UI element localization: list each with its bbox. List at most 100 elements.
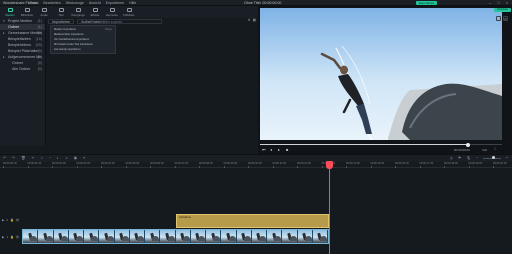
sidebar-item-label: Beispielvideos: [8, 43, 31, 47]
zoom-slider[interactable]: [482, 156, 501, 159]
thumbnail-rock: [91, 236, 99, 241]
settings-icon[interactable]: ⚙: [503, 16, 508, 21]
preview-render-badge[interactable]: Vorschau: [494, 8, 511, 12]
cut-icon[interactable]: ✂: [32, 156, 35, 160]
media-search-input[interactable]: Medien suchen: [92, 18, 162, 24]
toolbar-elements[interactable]: Elemente: [104, 6, 120, 18]
transition-icon: [75, 7, 81, 12]
ruler-tick-label: 00:00:09:00: [223, 162, 238, 168]
import-tab[interactable]: Importieren: [48, 18, 75, 24]
play-icon[interactable]: ▸: [278, 147, 280, 152]
playhead[interactable]: [329, 161, 330, 254]
preview-scrubber[interactable]: [260, 142, 502, 147]
zoom-handle[interactable]: [491, 156, 495, 159]
stop-icon[interactable]: ■: [286, 147, 288, 152]
audio-clip[interactable]: Aufnahme: [176, 214, 329, 228]
track-number: 2: [6, 218, 8, 222]
timeline-toolbar: ↶ ↷ 🗑 ✂ ⌗ ◔ ◐ ♫ ▣ ≡ ◎ ⚑ 🎙 − +: [0, 154, 512, 162]
speed-icon[interactable]: ◔: [49, 156, 51, 160]
ruler-tick-label: 00:00:17:00: [419, 162, 434, 168]
crop-icon[interactable]: ⌗: [41, 156, 43, 160]
ruler-tick-label: 00:00:03:00: [76, 162, 91, 168]
toolbar-label: Medien: [5, 12, 15, 17]
clip-thumbnail: [267, 230, 283, 243]
elements-icon: [109, 7, 115, 12]
menu-file[interactable]: Datei: [30, 1, 38, 5]
thumbnail-rock: [243, 236, 251, 241]
ruler-tick-label: 00:00:07:00: [174, 162, 189, 168]
fullscreen-icon[interactable]: ⛶: [494, 147, 496, 151]
playhead-handle[interactable]: [326, 161, 333, 169]
sidebar-item-label: Alle Ordner: [12, 67, 31, 71]
clip-thumbnail: [206, 230, 222, 243]
sidebar-item-label: Beispiel Platzhalter: [8, 49, 39, 53]
menu-view[interactable]: Ansicht: [89, 1, 101, 5]
green-screen-icon[interactable]: ▣: [74, 156, 77, 160]
timeline-tracks: ▶ 2 🔒 👁 ▶ 1 🔒 👁 Aufnahme: [0, 168, 512, 254]
eye-icon[interactable]: 👁: [16, 235, 20, 239]
menu-edit[interactable]: Bearbeiten: [43, 1, 60, 5]
eye-icon[interactable]: 👁: [16, 218, 20, 222]
audio-edit-icon[interactable]: ♫: [65, 156, 68, 160]
maximize-icon[interactable]: □: [497, 0, 499, 5]
close-icon[interactable]: ×: [506, 0, 508, 5]
menu-item-label: Medien importieren: [54, 28, 77, 31]
adjust-icon[interactable]: ≡: [83, 156, 85, 160]
toolbar-media[interactable]: Medien: [2, 6, 18, 18]
window-controls: – □ ×: [489, 0, 508, 5]
minimize-icon[interactable]: –: [489, 0, 491, 5]
delete-icon[interactable]: 🗑: [21, 156, 26, 160]
filter-icon[interactable]: ⩩: [248, 18, 250, 22]
project-title: Ohne Titel: 00:00:00:00: [244, 1, 282, 5]
preview-quality-select[interactable]: Voll: [482, 148, 487, 152]
video-clip[interactable]: [22, 229, 329, 244]
ruler-tick-label: 00:00:16:00: [395, 162, 409, 168]
toolbar-effects[interactable]: Effekte: [87, 6, 103, 18]
clip-thumbnail: [297, 230, 313, 243]
toolbar-audio[interactable]: Audio: [36, 6, 52, 18]
render-icon[interactable]: ◎: [450, 156, 453, 160]
menu-bar: Datei Bearbeiten Werkzeuge Ansicht Expor…: [30, 1, 136, 5]
media-sidebar: ▾ Projekt Medien (1) Ordner (1) ▸ Gemeinsame…: [0, 18, 46, 146]
clip-thumbnail: [84, 230, 100, 243]
export-button[interactable]: Exportieren: [416, 1, 438, 5]
text-icon: [58, 7, 64, 12]
menu-item-import-phone[interactable]: Aus Handy importieren: [51, 47, 115, 52]
marker-icon[interactable]: ⚑: [458, 156, 461, 160]
toolbar-split-screen[interactable]: Teilbildsc.: [121, 6, 137, 18]
color-icon[interactable]: ◐: [57, 156, 59, 160]
zoom-in-icon[interactable]: +: [506, 156, 508, 160]
scrubber-handle[interactable]: [466, 142, 471, 147]
thumbnail-rock: [76, 236, 83, 241]
toolbar-label: Elemente: [106, 12, 118, 17]
ruler-tick-label: 00:00:19:00: [468, 162, 483, 168]
toolbar-titles[interactable]: Titel: [53, 6, 69, 18]
lock-icon[interactable]: 🔒: [10, 235, 14, 239]
voiceover-icon[interactable]: 🎙: [466, 156, 471, 160]
zoom-out-icon[interactable]: −: [476, 156, 478, 160]
undo-icon[interactable]: ↶: [3, 156, 6, 160]
menu-item-label: Von Gerät/Kamera importieren: [54, 38, 90, 41]
redo-icon[interactable]: ↷: [12, 156, 15, 160]
toolbar-transitions[interactable]: Übergänge: [70, 6, 86, 18]
play-back-icon[interactable]: ◂: [270, 147, 272, 152]
menu-help[interactable]: Hilfe: [129, 1, 136, 5]
snapshot-icon[interactable]: ⌑: [496, 16, 501, 21]
grid-view-icon[interactable]: ▦: [253, 18, 256, 22]
menu-tools[interactable]: Werkzeuge: [66, 1, 84, 5]
toolbar-library[interactable]: Bibliothek: [19, 6, 35, 18]
effects-icon: [92, 7, 98, 12]
toolbar-label: Audio: [40, 12, 48, 17]
ruler-tick-label: 00:00:02:00: [52, 162, 66, 168]
track-video-icon: ▶: [2, 235, 5, 239]
video-preview[interactable]: [260, 8, 502, 140]
toolbar-label: Teilbildsc.: [122, 12, 136, 17]
media-toolbar: Medien Bibliothek Audio Titel Übergänge …: [0, 6, 258, 18]
thumbnail-rock: [45, 236, 53, 241]
skip-back-icon[interactable]: ⏮: [262, 147, 266, 152]
preview-timecode: 00:00:00:00: [454, 148, 470, 152]
menu-export[interactable]: Exportieren: [106, 1, 124, 5]
sidebar-item-all-folders[interactable]: Alle Ordner (0): [0, 66, 45, 72]
lock-icon[interactable]: 🔒: [10, 218, 14, 222]
track-header-2: ▶ 2 🔒 👁: [0, 218, 20, 222]
